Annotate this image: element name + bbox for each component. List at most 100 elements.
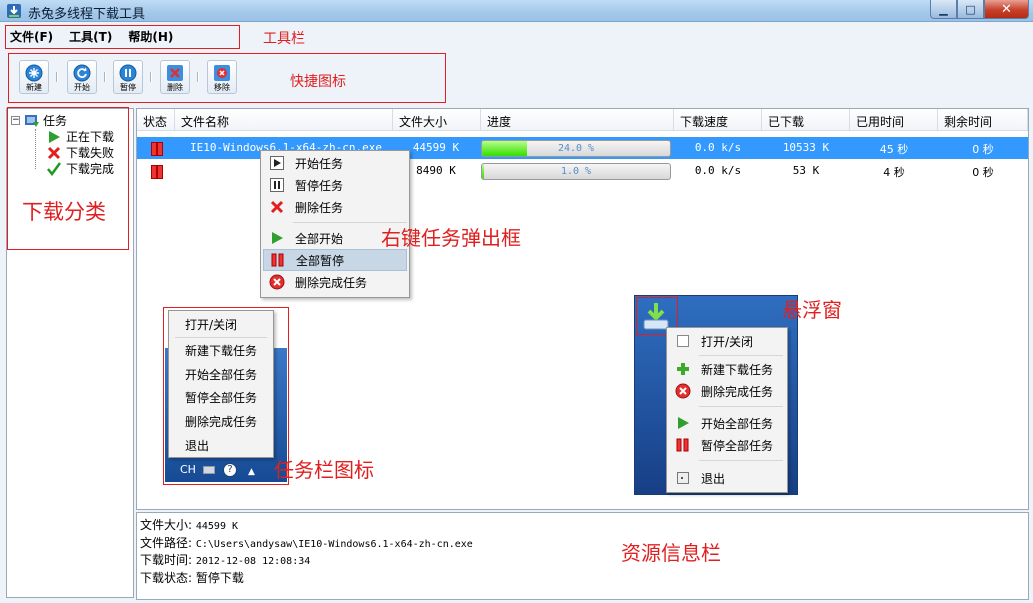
info-time-value: 2012-12-08 12:08:34 [195,556,311,567]
column-status[interactable]: 状态 [137,109,175,131]
info-size-value: 44599 K [195,521,239,532]
close-button[interactable]: ✕ [984,0,1029,19]
window-body: 文件(F) 工具(T) 帮助(H) 工具栏 快捷图标 新建 开始 暂停 删除 移… [0,22,1033,603]
tray-new-task[interactable]: 新建下载任务 [171,339,271,361]
plus-icon [677,363,689,375]
remove-label: 移除 [214,83,230,92]
elapsed-time: 4 秒 [883,166,905,179]
elapsed-time: 45 秒 [879,143,909,156]
annotation-category: 下载分类 [22,200,106,224]
keyboard-icon [203,466,215,474]
progress-bar: 24.0 % [481,140,671,157]
column-speed[interactable]: 下载速度 [674,109,762,131]
tray-pause-all[interactable]: 暂停全部任务 [171,386,271,408]
float-context-menu: 打开/关闭 新建下载任务 删除完成任务 开始全部任务 暂停全部任务 退出 [666,327,788,493]
menu-item-label: 全部暂停 [296,253,345,268]
tray-open-close[interactable]: 打开/关闭 [171,313,271,335]
new-label: 新建 [26,83,42,92]
language-indicator: CH [180,463,196,476]
remove-icon [214,65,230,81]
new-icon [25,64,43,82]
progress-text: 24.0 % [557,143,595,154]
menu-item-label: 打开/关闭 [701,334,754,349]
paused-status-icon [151,165,163,179]
minimize-button[interactable]: ▁ [930,0,957,19]
menu-separator [175,337,267,338]
float-new-task[interactable]: 新建下载任务 [669,358,785,380]
start-button[interactable]: 开始 [67,60,97,94]
downloaded-size: 53 K [792,164,820,177]
float-start-all[interactable]: 开始全部任务 [669,412,785,434]
menu-item-label: 删除完成任务 [295,275,368,290]
menu-start-task[interactable]: 开始任务 [263,152,407,174]
column-name[interactable]: 文件名称 [175,109,393,131]
toolbar-separator [197,72,199,82]
menu-delete-task[interactable]: 删除任务 [263,196,407,218]
app-icon [7,4,21,18]
info-state-label: 下载状态: [140,571,193,585]
column-elapsed[interactable]: 已用时间 [850,109,938,131]
maximize-button[interactable]: □ [957,0,984,19]
delete-circle-icon [675,383,691,399]
menu-item-label: 暂停全部任务 [701,438,774,453]
info-path-value: C:\Users\andysaw\IE10-Windows6.1-x64-zh-… [195,539,473,550]
annotation-box-menu [5,25,240,49]
start-icon [73,64,91,82]
pause-button[interactable]: 暂停 [113,60,143,94]
menu-separator [699,355,783,356]
annotation-float-window: 悬浮窗 [782,298,842,322]
column-size[interactable]: 文件大小 [393,109,481,131]
float-pause-all[interactable]: 暂停全部任务 [669,434,785,456]
menu-pause-task[interactable]: 暂停任务 [263,174,407,196]
info-time-label: 下载时间: [140,553,193,567]
download-speed: 0.0 k/s [694,141,742,154]
column-downloaded[interactable]: 已下载 [762,109,850,131]
menu-item-label: 删除任务 [295,200,344,215]
info-size-label: 文件大小: [140,518,193,532]
resource-info-panel: 文件大小: 44599 K 文件路径: C:\Users\andysaw\IE1… [136,512,1029,600]
menu-pause-all[interactable]: 全部暂停 [263,249,407,271]
paused-status-icon [151,142,163,156]
annotation-shortcut-icons: 快捷图标 [290,74,346,90]
annotation-tray-icon: 任务栏图标 [274,458,374,482]
checkbox-icon [677,335,689,347]
help-icon: ? [223,463,237,477]
menu-separator [699,460,783,461]
new-button[interactable]: 新建 [19,60,49,94]
pause-icon [270,178,284,192]
float-open-close[interactable]: 打开/关闭 [669,330,785,352]
tray-delete-completed[interactable]: 删除完成任务 [171,410,271,432]
tray-exit[interactable]: 退出 [171,434,271,456]
exit-icon [677,472,689,484]
play-icon [270,156,284,170]
menu-item-label: 全部开始 [295,231,344,246]
remove-button[interactable]: 移除 [207,60,237,94]
column-progress[interactable]: 进度 [481,109,674,131]
progress-text: 1.0 % [560,166,592,177]
delete-icon [270,200,284,214]
tray-start-all[interactable]: 开始全部任务 [171,363,271,385]
download-speed: 0.0 k/s [694,164,742,177]
menu-item-label: 开始全部任务 [701,416,774,431]
menu-item-label: 退出 [701,471,726,486]
annotation-info-bar: 资源信息栏 [621,541,721,565]
float-exit[interactable]: 退出 [669,467,785,489]
menu-delete-completed[interactable]: 删除完成任务 [263,271,407,293]
float-delete-completed[interactable]: 删除完成任务 [669,380,785,402]
delete-label: 删除 [167,83,183,92]
delete-icon [167,65,183,81]
delete-button[interactable]: 删除 [160,60,190,94]
menu-item-label: 删除完成任务 [701,384,774,399]
toolbar-separator [104,72,106,82]
play-icon [678,417,689,429]
pause-icon [119,64,137,82]
column-remaining[interactable]: 剩余时间 [938,109,1028,131]
annotation-box-category [7,107,129,250]
menu-separator [699,406,783,407]
info-path-label: 文件路径: [140,536,193,550]
menu-item-label: 新建下载任务 [701,362,774,377]
annotation-toolbar-menu: 工具栏 [263,31,305,47]
title-bar[interactable]: 赤兔多线程下载工具 ▁ □ ✕ [0,0,1033,22]
info-state-row: 下载状态: 暂停下载 [140,569,244,586]
arrow-up-icon: ▲ [248,467,255,477]
